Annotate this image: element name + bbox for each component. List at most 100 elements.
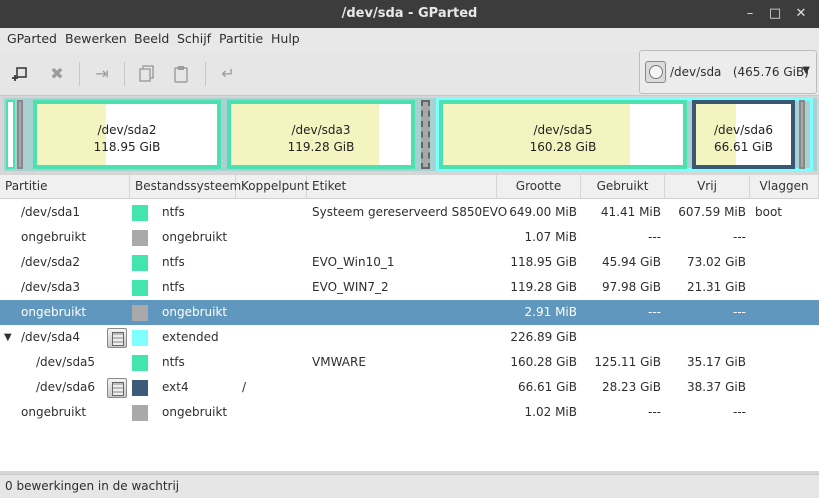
- window-title: /dev/sda - GParted: [341, 6, 478, 21]
- menu-bewerken[interactable]: Bewerken: [65, 31, 127, 46]
- table-header: Partitie Bestandssysteem Koppelpunt Etik…: [0, 175, 819, 199]
- column-header-koppelpunt[interactable]: Koppelpunt: [236, 175, 309, 199]
- filesystem-color-swatch: [132, 230, 148, 246]
- cell-free: [665, 325, 746, 350]
- maximize-button[interactable]: □: [765, 4, 785, 24]
- diskmap-partition-sda5[interactable]: /dev/sda5 160.28 GiB: [439, 100, 687, 169]
- menu-schijf[interactable]: Schijf: [177, 31, 211, 46]
- close-button[interactable]: ✕: [791, 4, 811, 24]
- status-text: 0 bewerkingen in de wachtrij: [5, 479, 180, 493]
- menu-bar: GParted Bewerken Beeld Schijf Partitie H…: [0, 28, 819, 52]
- device-selector[interactable]: /dev/sda (465.76 GiB) ▼: [639, 50, 817, 94]
- delete-button[interactable]: ✖: [45, 62, 69, 86]
- cell-used: ---: [648, 230, 661, 244]
- diskmap-unallocated[interactable]: [799, 100, 805, 169]
- filesystem-color-swatch: [132, 405, 148, 421]
- cell-filesystem: ongebruikt: [162, 405, 228, 419]
- cell-size: 66.61 GiB: [517, 380, 577, 394]
- expander-icon[interactable]: ▼: [4, 325, 12, 350]
- cell-used: [581, 325, 661, 350]
- table-row[interactable]: /dev/sda2 ntfs EVO_Win10_1 118.95 GiB 45.94 …: [0, 250, 819, 275]
- cell-used: 97.98 GiB: [601, 280, 661, 294]
- filesystem-color-swatch: [132, 205, 148, 221]
- table-row[interactable]: ongebruikt ongebruikt 2.91 MiB --- ---: [0, 300, 819, 325]
- partition-size: 66.61 GiB: [713, 140, 774, 154]
- column-header-bestandssysteem[interactable]: Bestandssysteem: [130, 175, 241, 199]
- toolbar-separator: [205, 62, 206, 86]
- lock-icon: [107, 328, 127, 348]
- table-row[interactable]: /dev/sda5 ntfs VMWARE 160.28 GiB 125.11 GiB 3…: [0, 350, 819, 375]
- partition-size: 160.28 GiB: [529, 140, 597, 154]
- cell-free: 73.02 GiB: [686, 255, 746, 269]
- table-row[interactable]: /dev/sda3 ntfs EVO_WIN7_2 119.28 GiB 97.98 G…: [0, 275, 819, 300]
- undo-icon: ↵: [221, 64, 235, 83]
- title-bar: /dev/sda - GParted – □ ✕: [0, 0, 819, 28]
- cell-free: ---: [733, 230, 746, 244]
- cell-partition: ongebruikt: [21, 305, 87, 319]
- device-selector-label: /dev/sda (465.76 GiB): [670, 65, 809, 79]
- cell-free: 38.37 GiB: [686, 380, 746, 394]
- cell-size: 160.28 GiB: [510, 355, 577, 369]
- cell-filesystem: ext4: [162, 380, 189, 394]
- cell-partition: /dev/sda5: [36, 355, 96, 369]
- copy-icon: [139, 65, 154, 82]
- column-header-grootte[interactable]: Grootte: [497, 175, 581, 199]
- menu-gparted[interactable]: GParted: [7, 31, 57, 46]
- filesystem-color-swatch: [132, 305, 148, 321]
- column-header-gebruikt[interactable]: Gebruikt: [581, 175, 665, 199]
- table-row[interactable]: ongebruikt ongebruikt 1.07 MiB --- ---: [0, 225, 819, 250]
- cell-used: 28.23 GiB: [601, 380, 661, 394]
- column-header-vrij[interactable]: Vrij: [665, 175, 750, 199]
- diskmap-partition-sda6[interactable]: /dev/sda6 66.61 GiB: [692, 100, 795, 169]
- cell-free: 21.31 GiB: [686, 280, 746, 294]
- cell-filesystem: ntfs: [162, 205, 185, 219]
- minimize-button[interactable]: –: [740, 4, 760, 24]
- table-row[interactable]: ▼ /dev/sda4 extended 226.89 GiB: [0, 325, 819, 350]
- menu-beeld[interactable]: Beeld: [134, 31, 169, 46]
- cell-partition: ongebruikt: [21, 405, 87, 419]
- table-row[interactable]: /dev/sda6 ext4 / 66.61 GiB 28.23 GiB 38.37 Gi…: [0, 375, 819, 400]
- diskmap-partition-sda1[interactable]: [6, 100, 15, 169]
- cell-used: 41.41 MiB: [600, 205, 661, 219]
- table-row[interactable]: ongebruikt ongebruikt 1.02 MiB --- ---: [0, 400, 819, 425]
- cell-used: ---: [648, 405, 661, 419]
- cell-partition: /dev/sda2: [21, 255, 81, 269]
- filesystem-color-swatch: [132, 330, 148, 346]
- menu-partitie[interactable]: Partitie: [219, 31, 263, 46]
- cell-flags: boot: [755, 205, 783, 219]
- column-header-etiket[interactable]: Etiket: [307, 175, 497, 199]
- partition-size: 119.28 GiB: [287, 140, 355, 154]
- cell-label: VMWARE: [312, 355, 366, 369]
- diskmap-unallocated[interactable]: [17, 100, 23, 169]
- cell-size: 1.02 MiB: [524, 405, 577, 419]
- table-row[interactable]: /dev/sda1 ntfs Systeem gereserveerd S850EV…: [0, 200, 819, 225]
- column-header-vlaggen[interactable]: Vlaggen: [750, 175, 819, 199]
- menu-hulp[interactable]: Hulp: [271, 31, 300, 46]
- cell-size: 2.91 MiB: [524, 305, 577, 319]
- column-header-partitie[interactable]: Partitie: [0, 175, 130, 199]
- cell-label: EVO_Win10_1: [312, 255, 395, 269]
- partition-table: Partitie Bestandssysteem Koppelpunt Etik…: [0, 175, 819, 471]
- cell-filesystem: ongebruikt: [162, 230, 228, 244]
- diskmap-unallocated-selected[interactable]: [421, 100, 430, 169]
- paste-button[interactable]: [169, 62, 193, 86]
- cell-used: 45.94 GiB: [601, 255, 661, 269]
- cell-partition: /dev/sda6: [36, 380, 96, 394]
- cell-partition: /dev/sda3: [21, 280, 81, 294]
- copy-button[interactable]: [135, 62, 159, 86]
- filesystem-color-swatch: [132, 255, 148, 271]
- toolbar-separator: [124, 62, 125, 86]
- filesystem-color-swatch: [132, 355, 148, 371]
- resize-move-button[interactable]: ⇥: [90, 62, 114, 86]
- delete-icon: ✖: [50, 64, 64, 83]
- partition-name: /dev/sda6: [713, 123, 774, 137]
- cell-filesystem: extended: [162, 330, 219, 344]
- new-partition-icon: [12, 67, 27, 81]
- new-partition-button[interactable]: [9, 62, 33, 86]
- diskmap-partition-sda3[interactable]: /dev/sda3 119.28 GiB: [227, 100, 415, 169]
- diskmap-partition-sda2[interactable]: /dev/sda2 118.95 GiB: [33, 100, 221, 169]
- chevron-down-icon: ▼: [802, 65, 810, 76]
- cell-filesystem: ongebruikt: [162, 305, 228, 319]
- cell-label: Systeem gereserveerd S850EVO: [312, 205, 508, 219]
- undo-button[interactable]: ↵: [216, 62, 240, 86]
